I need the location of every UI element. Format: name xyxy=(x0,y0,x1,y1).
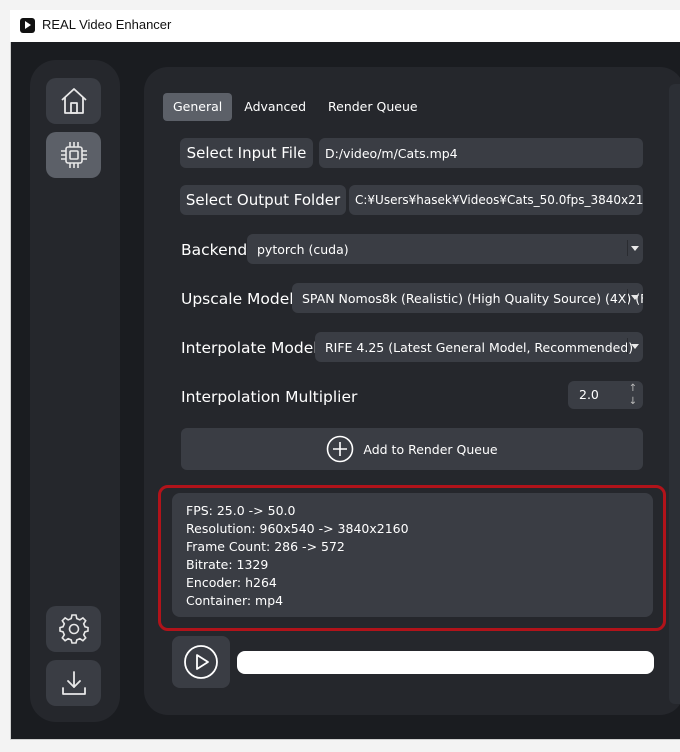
info-resolution: Resolution: 960x540 -> 3840x2160 xyxy=(186,521,409,536)
upscale-model-label: Upscale Model xyxy=(181,290,294,308)
start-render-button[interactable] xyxy=(172,636,230,688)
chevron-down-icon xyxy=(627,289,640,305)
sidebar-download-button[interactable] xyxy=(46,660,101,706)
info-bitrate: Bitrate: 1329 xyxy=(186,557,269,572)
add-to-render-queue-label: Add to Render Queue xyxy=(363,441,498,457)
multiplier-value: 2.0 xyxy=(579,387,599,402)
backend-select[interactable]: pytorch (cuda) xyxy=(247,234,643,264)
play-icon xyxy=(184,645,218,679)
home-icon xyxy=(60,88,87,114)
gear-icon xyxy=(58,614,89,644)
select-input-file-button[interactable]: Select Input File xyxy=(180,138,313,168)
sidebar xyxy=(30,60,120,722)
tab-general[interactable]: General xyxy=(163,93,233,121)
interpolate-model-label: Interpolate Model xyxy=(181,339,318,357)
info-encoder: Encoder: h264 xyxy=(186,575,277,590)
window-title: REAL Video Enhancer xyxy=(42,17,172,32)
interpolate-model-select[interactable]: RIFE 4.25 (Latest General Model, Recomme… xyxy=(315,332,643,362)
tab-bar: General Advanced Render Queue xyxy=(163,93,428,121)
select-output-folder-button[interactable]: Select Output Folder xyxy=(180,185,346,215)
upscale-model-select[interactable]: SPAN Nomos8k (Realistic) (High Quality S… xyxy=(292,283,643,313)
input-file-path-field[interactable]: D:/video/m/Cats.mp4 xyxy=(319,138,643,168)
sidebar-process-button[interactable] xyxy=(46,132,101,178)
arrow-down-icon[interactable]: ↓ xyxy=(625,395,641,408)
sidebar-home-button[interactable] xyxy=(46,78,101,124)
right-scroll-area[interactable] xyxy=(669,84,680,704)
info-frame-count: Frame Count: 286 -> 572 xyxy=(186,539,345,554)
interpolate-model-selected-value: RIFE 4.25 (Latest General Model, Recomme… xyxy=(325,339,634,355)
title-bar[interactable]: REAL Video Enhancer xyxy=(10,10,680,42)
chevron-down-icon xyxy=(627,240,640,256)
interpolation-multiplier-label: Interpolation Multiplier xyxy=(181,388,358,406)
backend-selected-value: pytorch (cuda) xyxy=(257,241,349,257)
upscale-model-selected-value: SPAN Nomos8k (Realistic) (High Quality S… xyxy=(302,290,643,306)
output-path-field[interactable]: C:¥Users¥hasek¥Videos¥Cats_50.0fps_3840x… xyxy=(349,185,643,215)
arrow-up-icon[interactable]: ↑ xyxy=(625,382,641,395)
plus-circle-icon xyxy=(327,435,354,463)
tab-advanced[interactable]: Advanced xyxy=(234,93,316,121)
chevron-down-icon xyxy=(627,338,640,354)
download-icon xyxy=(61,671,86,695)
info-container: Container: mp4 xyxy=(186,593,284,608)
video-info-box: FPS: 25.0 -> 50.0 Resolution: 960x540 ->… xyxy=(172,493,653,617)
info-fps: FPS: 25.0 -> 50.0 xyxy=(186,503,296,518)
render-progress-bar xyxy=(237,651,654,674)
interpolation-multiplier-spinbox[interactable]: 2.0 ↑ ↓ xyxy=(568,381,643,409)
app-logo-icon xyxy=(20,18,35,33)
app-body: General Advanced Render Queue Select Inp… xyxy=(11,42,680,739)
sidebar-settings-button[interactable] xyxy=(46,606,101,652)
add-to-render-queue-button[interactable]: Add to Render Queue xyxy=(181,428,643,470)
tab-render-queue[interactable]: Render Queue xyxy=(318,93,428,121)
backend-label: Backend xyxy=(181,241,248,259)
chip-icon xyxy=(60,142,87,168)
